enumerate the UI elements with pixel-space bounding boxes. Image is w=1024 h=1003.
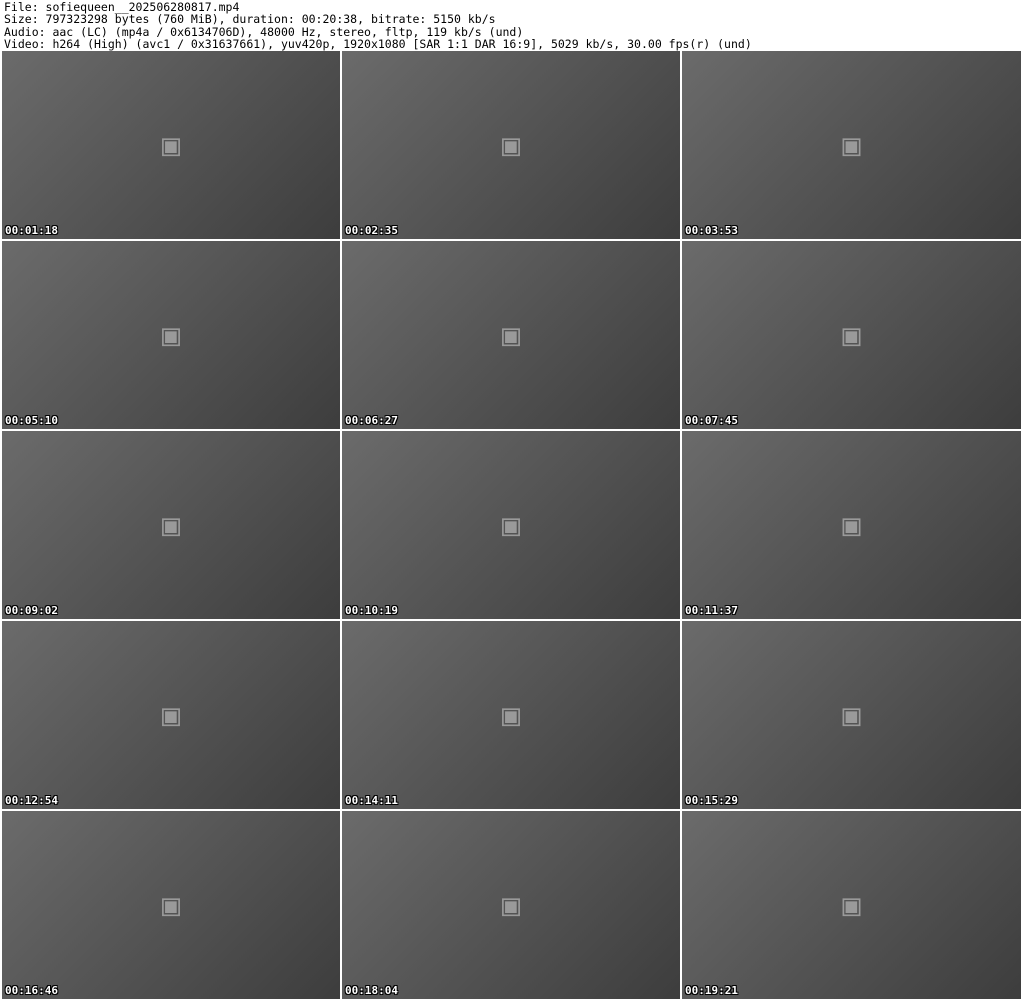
image-placeholder-icon: ▣ <box>161 887 181 923</box>
thumbnail-timestamp: 00:14:11 <box>345 794 398 807</box>
image-placeholder-icon: ▣ <box>501 697 521 733</box>
video-thumbnail: ▣ 00:09:02 <box>2 431 340 619</box>
thumbnail-timestamp: 00:05:10 <box>5 414 58 427</box>
thumbnail-timestamp: 00:07:45 <box>685 414 738 427</box>
thumbnail-grid: ▣ 00:01:18 ▣ 00:02:35 ▣ 00:03:53 ▣ 00:05:10 ▣ 00:… <box>0 51 1024 999</box>
video-thumbnail: ▣ 00:11:37 <box>682 431 1021 619</box>
image-placeholder-icon: ▣ <box>161 697 181 733</box>
video-thumbnail: ▣ 00:16:46 <box>2 811 340 999</box>
image-placeholder-icon: ▣ <box>501 887 521 923</box>
video-thumbnail: ▣ 00:14:11 <box>342 621 680 809</box>
file-size-info: Size: 797323298 bytes (760 MiB), duratio… <box>4 12 496 27</box>
thumbnail-timestamp: 00:16:46 <box>5 984 58 997</box>
video-info: Video: h264 (High) (avc1 / 0x31637661), … <box>4 36 752 51</box>
image-placeholder-icon: ▣ <box>501 127 521 163</box>
video-thumbnail: ▣ 00:02:35 <box>342 51 680 239</box>
video-thumbnail: ▣ 00:19:21 <box>682 811 1021 999</box>
thumbnail-timestamp: 00:19:21 <box>685 984 738 997</box>
image-placeholder-icon: ▣ <box>842 127 861 163</box>
image-placeholder-icon: ▣ <box>842 507 861 543</box>
video-thumbnail: ▣ 00:07:45 <box>682 241 1021 429</box>
image-placeholder-icon: ▣ <box>501 507 521 543</box>
video-thumbnail: ▣ 00:01:18 <box>2 51 340 239</box>
thumbnail-timestamp: 00:18:04 <box>345 984 398 997</box>
video-thumbnail: ▣ 00:03:53 <box>682 51 1021 239</box>
thumbnail-timestamp: 00:15:29 <box>685 794 738 807</box>
thumbnail-timestamp: 00:10:19 <box>345 604 398 617</box>
thumbnail-timestamp: 00:11:37 <box>685 604 738 617</box>
thumbnail-timestamp: 00:01:18 <box>5 224 58 237</box>
image-placeholder-icon: ▣ <box>842 317 861 353</box>
image-placeholder-icon: ▣ <box>501 317 521 353</box>
image-placeholder-icon: ▣ <box>161 317 181 353</box>
video-thumbnail: ▣ 00:18:04 <box>342 811 680 999</box>
video-thumbnail: ▣ 00:06:27 <box>342 241 680 429</box>
video-thumbnail: ▣ 00:10:19 <box>342 431 680 619</box>
video-thumbnail: ▣ 00:05:10 <box>2 241 340 429</box>
thumbnail-timestamp: 00:09:02 <box>5 604 58 617</box>
file-info-header: File: sofiequeen__202506280817.mp4 Size:… <box>0 0 1024 51</box>
thumbnail-timestamp: 00:06:27 <box>345 414 398 427</box>
image-placeholder-icon: ▣ <box>842 697 861 733</box>
image-placeholder-icon: ▣ <box>842 887 861 923</box>
video-thumbnail: ▣ 00:12:54 <box>2 621 340 809</box>
thumbnail-timestamp: 00:02:35 <box>345 224 398 237</box>
thumbnail-timestamp: 00:12:54 <box>5 794 58 807</box>
thumbnail-timestamp: 00:03:53 <box>685 224 738 237</box>
image-placeholder-icon: ▣ <box>161 127 181 163</box>
video-thumbnail: ▣ 00:15:29 <box>682 621 1021 809</box>
image-placeholder-icon: ▣ <box>161 507 181 543</box>
